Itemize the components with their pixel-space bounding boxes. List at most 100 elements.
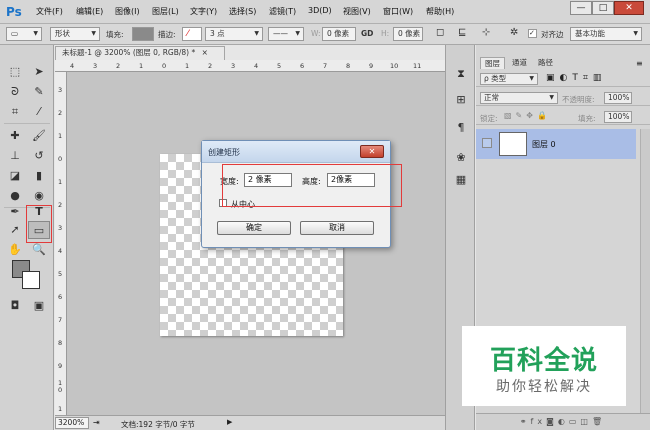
tab-layers[interactable]: 图层 xyxy=(480,57,505,69)
styles-panel-icon[interactable]: ▦ xyxy=(451,171,471,189)
ruler-tick-label: 2 xyxy=(58,109,63,117)
hand-tool-icon[interactable]: ✋ xyxy=(4,241,26,259)
rectangle-icon: ▭ xyxy=(11,29,19,38)
layer-style-icon[interactable]: fx xyxy=(531,417,547,426)
trash-icon[interactable]: 🗑 xyxy=(592,417,606,426)
fill-field[interactable]: 100% xyxy=(604,111,632,123)
layer-filter-select[interactable]: ρ 类型 ▼ xyxy=(480,73,538,85)
menu-view[interactable]: 视图(V) xyxy=(343,6,371,17)
lock-icons[interactable]: ▧✎✥🔒 xyxy=(504,111,551,120)
menu-select[interactable]: 选择(S) xyxy=(229,6,256,17)
menu-window[interactable]: 窗口(W) xyxy=(383,6,413,17)
export-icon[interactable]: ⇥ xyxy=(93,418,100,427)
close-window-button[interactable]: ✕ xyxy=(614,1,644,15)
menu-file[interactable]: 文件(F) xyxy=(36,6,63,17)
history-brush-tool-icon[interactable]: ↺ xyxy=(28,147,50,165)
screen-mode-icon[interactable]: ▣ xyxy=(28,297,50,315)
height-label: H: xyxy=(381,29,390,38)
workspace-select[interactable]: 基本功能 ▼ xyxy=(570,27,642,41)
watermark-logo: 百科全说 助你轻松解决 xyxy=(462,326,626,406)
toolbar-divider xyxy=(4,123,50,124)
add-mask-icon[interactable]: ◙ xyxy=(546,417,558,426)
close-tab-icon[interactable]: × xyxy=(202,48,208,57)
width-field[interactable]: 0 像素 xyxy=(322,27,356,41)
document-info: 文档:192 字节/0 字节 xyxy=(121,420,195,429)
brush-tool-icon[interactable]: 🖌 xyxy=(28,127,50,145)
healing-brush-tool-icon[interactable]: ✚ xyxy=(4,127,26,145)
background-color-swatch[interactable] xyxy=(22,271,40,289)
paragraph-panel-icon[interactable]: ¶ xyxy=(451,119,471,137)
ruler-tick-label: 2 xyxy=(58,201,63,209)
path-arrangement-icon[interactable]: ⊹ xyxy=(482,27,490,38)
dialog-close-button[interactable]: ✕ xyxy=(360,145,384,158)
new-layer-icon[interactable]: ◫ xyxy=(580,417,592,426)
menu-edit[interactable]: 编辑(E) xyxy=(76,6,103,17)
menu-3d[interactable]: 3D(D) xyxy=(308,6,332,15)
blend-mode-select[interactable]: 正常 ▼ xyxy=(480,92,558,104)
layer-name[interactable]: 图层 0 xyxy=(532,139,556,150)
quick-mask-icon[interactable]: ◘ xyxy=(4,297,26,315)
clone-stamp-tool-icon[interactable]: ⊥ xyxy=(4,147,26,165)
fill-swatch[interactable] xyxy=(132,27,154,41)
tool-preset-picker[interactable]: ▭ ▼ xyxy=(6,27,42,41)
layer-filter-row: ρ 类型 ▼ ▣◐T⌗▥ xyxy=(476,71,650,87)
history-panel-icon[interactable]: ⧗ xyxy=(451,65,471,83)
pen-tool-icon[interactable]: ✒ xyxy=(4,203,26,221)
ok-button[interactable]: 确定 xyxy=(217,221,291,235)
minimize-button[interactable]: — xyxy=(570,1,592,15)
menu-layer[interactable]: 图层(L) xyxy=(152,6,179,17)
new-group-icon[interactable]: ▭ xyxy=(569,417,581,426)
stroke-size-field[interactable]: 3 点 ▼ xyxy=(205,27,263,41)
link-icon[interactable]: GD xyxy=(361,29,373,38)
adjustments-panel-icon[interactable]: ⊞ xyxy=(451,91,471,109)
path-alignment-icon[interactable]: ⊑ xyxy=(458,27,466,38)
panel-menu-icon[interactable]: ≡ xyxy=(636,59,643,68)
menu-image[interactable]: 图像(I) xyxy=(115,6,140,17)
horizontal-ruler: 4 3 2 1 0 1 2 3 4 5 6 7 8 9 10 11 xyxy=(55,60,445,72)
link-layers-icon[interactable]: ⚭ xyxy=(520,417,531,426)
shape-mode-select[interactable]: 形状 ▼ xyxy=(50,27,100,41)
ruler-tick-label: 6 xyxy=(300,62,305,70)
document-tab[interactable]: 未标题-1 @ 3200% (图层 0, RGB/8) * × xyxy=(55,46,225,60)
gear-icon[interactable]: ✲ xyxy=(510,27,518,38)
chevron-down-icon: ▼ xyxy=(33,30,38,37)
cancel-button[interactable]: 取消 xyxy=(300,221,374,235)
ruler-tick-label: 3 xyxy=(231,62,236,70)
menu-type[interactable]: 文字(Y) xyxy=(190,6,217,17)
ruler-tick-label: 7 xyxy=(58,316,63,324)
height-field[interactable]: 0 像素 xyxy=(393,27,423,41)
layer-filter-icons[interactable]: ▣◐T⌗▥ xyxy=(546,73,606,83)
layer-row[interactable]: 图层 0 xyxy=(476,129,636,159)
zoom-tool-icon[interactable]: 🔍 xyxy=(28,241,50,259)
crop-tool-icon[interactable]: ⌗ xyxy=(4,103,26,121)
menu-help[interactable]: 帮助(H) xyxy=(426,6,454,17)
move-tool-icon[interactable]: ➤ xyxy=(28,63,50,81)
opacity-field[interactable]: 100% xyxy=(604,92,632,104)
path-selection-tool-icon[interactable]: ➚ xyxy=(4,221,26,239)
align-edges-checkbox[interactable]: ✓ xyxy=(528,29,537,38)
adjustment-layer-icon[interactable]: ◐ xyxy=(558,417,569,426)
path-operations-icon[interactable]: ◻ xyxy=(436,27,444,38)
menu-filter[interactable]: 滤镜(T) xyxy=(269,6,296,17)
panel-scrollbar[interactable] xyxy=(640,129,650,413)
status-menu-arrow-icon[interactable]: ▶ xyxy=(227,418,232,426)
width-label: W: xyxy=(311,29,321,38)
maximize-button[interactable]: □ xyxy=(592,1,614,15)
visibility-eye-icon[interactable] xyxy=(482,138,492,148)
eraser-tool-icon[interactable]: ◪ xyxy=(4,167,26,185)
marquee-tool-icon[interactable]: ⬚ xyxy=(4,63,26,81)
opacity-label: 不透明度: xyxy=(562,95,595,104)
zoom-level-field[interactable]: 3200% xyxy=(55,417,89,429)
quick-selection-tool-icon[interactable]: ✎ xyxy=(28,83,50,101)
tab-paths[interactable]: 路径 xyxy=(534,57,557,69)
chevron-down-icon: ▼ xyxy=(91,30,96,37)
gradient-tool-icon[interactable]: ▮ xyxy=(28,167,50,185)
lasso-tool-icon[interactable]: ᘐ xyxy=(4,83,26,101)
stroke-type-picker[interactable]: —— ▼ xyxy=(268,27,304,41)
stroke-swatch[interactable]: ⁄ xyxy=(182,27,202,41)
tab-channels[interactable]: 通道 xyxy=(508,57,531,69)
eyedropper-tool-icon[interactable]: ⁄ xyxy=(28,103,50,121)
swatches-panel-icon[interactable]: ❀ xyxy=(451,149,471,167)
lock-row: 锁定: ▧✎✥🔒 填充: 100% xyxy=(476,109,650,125)
menu-bar: Ps 文件(F) 编辑(E) 图像(I) 图层(L) 文字(Y) 选择(S) 滤… xyxy=(0,0,650,24)
